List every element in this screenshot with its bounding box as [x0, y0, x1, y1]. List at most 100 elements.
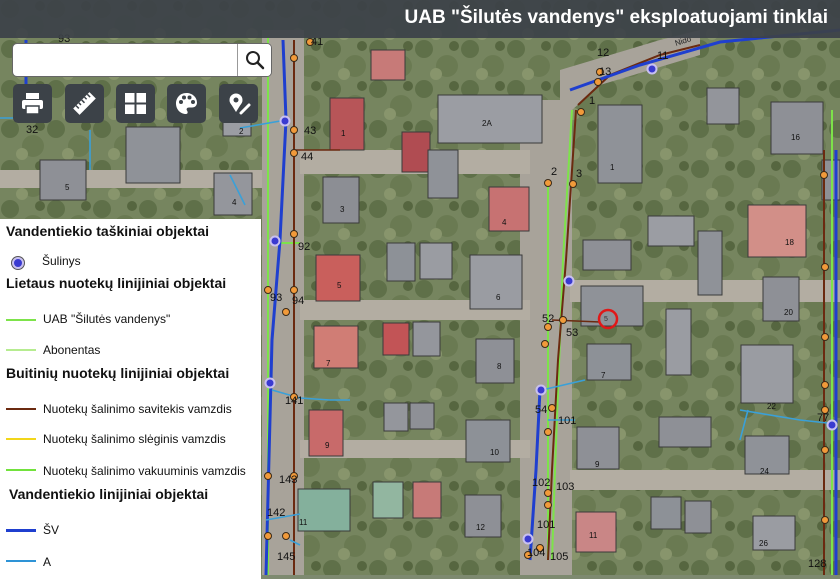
house-label: 5 — [337, 281, 342, 290]
node-label: 11 — [657, 50, 668, 62]
building-footprint — [582, 239, 632, 271]
building-footprint — [770, 101, 824, 155]
legend-item-label: Abonentas — [43, 343, 101, 357]
building-footprint — [412, 481, 442, 519]
building-footprint — [465, 419, 511, 463]
well-symbol-icon — [12, 257, 24, 269]
node-label: 94 — [292, 295, 304, 307]
legend-panel: Vandentiekio taškiniai objektai Šulinys … — [0, 219, 261, 579]
house-label: 10 — [490, 448, 499, 457]
legend-item-label: A — [43, 555, 52, 569]
node-label: 3 — [576, 168, 582, 180]
building-footprint — [313, 325, 359, 369]
house-label: 12 — [476, 523, 485, 532]
node-label: 104 — [527, 547, 545, 559]
node-label: 44 — [301, 151, 313, 163]
building-footprint — [475, 338, 515, 384]
house-label: 1 — [341, 129, 346, 138]
building-footprint — [39, 159, 87, 201]
node-label: 53 — [566, 327, 578, 339]
search-icon — [246, 51, 265, 70]
legend-item-label: Šulinys — [42, 254, 81, 268]
house-label: 5 — [604, 316, 608, 323]
page-title: UAB "Šilutės vandenys" eksploatuojami ti… — [404, 7, 828, 28]
node-label: 1 — [589, 95, 595, 107]
building-footprint — [488, 186, 530, 232]
house-label: 1 — [610, 163, 615, 172]
building-footprint — [706, 87, 740, 125]
node-label: 54 — [535, 404, 547, 416]
node-label: 52 — [542, 313, 554, 325]
house-label: 8 — [497, 362, 502, 371]
building-footprint — [383, 402, 409, 432]
search-box — [12, 43, 272, 77]
measure-button[interactable] — [65, 84, 104, 123]
building-footprint — [322, 176, 360, 224]
node-label: 13 — [599, 66, 611, 78]
building-footprint — [372, 481, 404, 519]
node-label: 32 — [26, 124, 38, 136]
layers-button[interactable] — [116, 84, 155, 123]
node-label: 128 — [808, 558, 826, 570]
building-footprint — [684, 500, 712, 534]
building-footprint — [665, 308, 692, 376]
house-label: 9 — [325, 441, 330, 450]
house-label: 3 — [340, 205, 345, 214]
node-label: 103 — [556, 481, 574, 493]
house-label: 24 — [760, 467, 769, 476]
house-label: 16 — [791, 133, 800, 142]
search-button[interactable] — [237, 44, 271, 76]
house-label: 11 — [299, 518, 308, 527]
node-label: 92 — [298, 241, 310, 253]
legend-item-label: ŠV — [43, 523, 60, 537]
node-label: 101 — [558, 415, 576, 427]
node-label: 93 — [270, 292, 282, 304]
building-footprint — [650, 496, 682, 530]
ruler-icon — [73, 92, 96, 115]
basemap-button[interactable] — [167, 84, 206, 123]
draw-button[interactable] — [219, 84, 258, 123]
header-bar: UAB "Šilutės vandenys" eksploatuojami ti… — [0, 0, 840, 38]
house-label: 2 — [239, 127, 244, 136]
print-icon — [22, 93, 43, 115]
building-footprint — [747, 204, 807, 258]
legend-section-title: Vandentiekio taškiniai objektai — [6, 223, 210, 239]
building-footprint — [370, 49, 406, 81]
node-label: 77 — [817, 412, 829, 424]
node-label: 102 — [532, 477, 550, 489]
node-label: 105 — [550, 551, 568, 563]
building-footprint — [697, 230, 723, 296]
house-label: 11 — [589, 531, 598, 540]
node-label: 145 — [277, 551, 295, 563]
house-label: 22 — [767, 402, 776, 411]
house-label: 6 — [496, 293, 501, 302]
house-label: 20 — [784, 308, 793, 317]
house-label: 18 — [785, 238, 794, 247]
legend-line-symbol — [6, 349, 36, 351]
print-button[interactable] — [13, 84, 52, 123]
grid-icon — [125, 93, 146, 114]
building-footprint — [125, 126, 181, 184]
legend-section-title: Vandentiekio linijiniai objektai — [9, 486, 209, 502]
search-input[interactable] — [13, 44, 239, 76]
house-label: 2A — [482, 119, 492, 128]
node-label: 143 — [279, 474, 297, 486]
building-footprint — [329, 97, 365, 151]
node-label: 142 — [267, 507, 285, 519]
house-label: 4 — [502, 218, 507, 227]
node-label: 101 — [537, 519, 555, 531]
building-footprint — [580, 285, 644, 327]
marker-icon — [229, 93, 251, 115]
legend-section-title: Lietaus nuotekų linijiniai objektai — [6, 275, 227, 291]
building-footprint — [740, 344, 794, 404]
legend-line-symbol — [6, 438, 36, 440]
building-footprint — [762, 276, 800, 322]
legend-item-label: Nuotekų šalinimo savitekis vamzdis — [43, 402, 232, 416]
legend-line-symbol — [6, 529, 36, 532]
house-label: 4 — [232, 198, 237, 207]
legend-line-symbol — [6, 319, 36, 321]
node-label: 2 — [551, 166, 557, 178]
building-footprint — [401, 131, 431, 173]
house-label: 5 — [65, 183, 70, 192]
legend-section-title: Buitinių nuotekų linijiniai objektai — [6, 365, 230, 381]
